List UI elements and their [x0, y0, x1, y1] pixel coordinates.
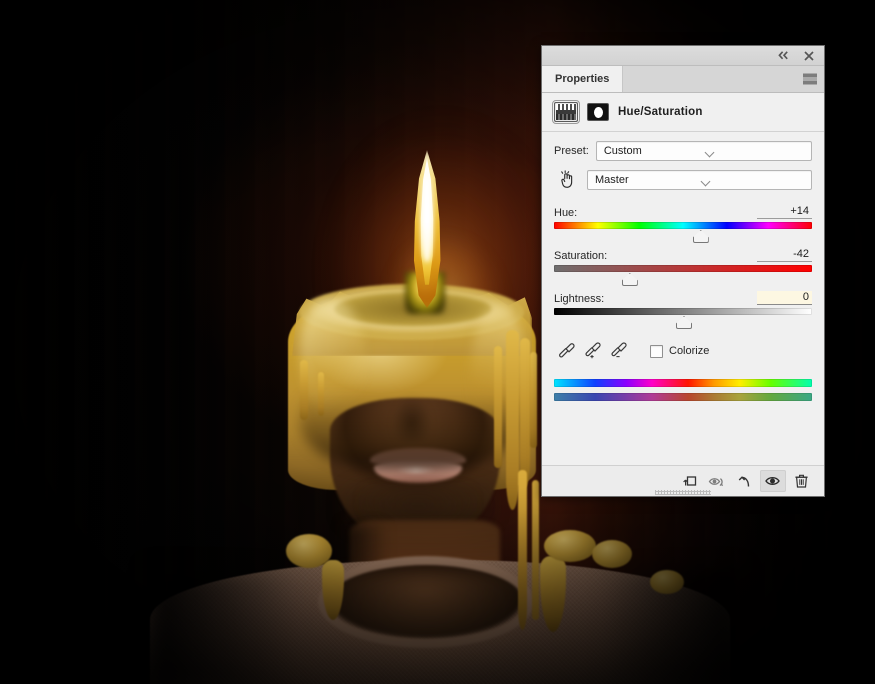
hue-gradient-bar: [554, 222, 812, 229]
screenshot-canvas: Properties Hue/Saturation Preset: Custom: [0, 0, 875, 684]
close-icon[interactable]: [802, 49, 815, 62]
preset-select[interactable]: Custom: [595, 141, 812, 161]
adjustment-header: Hue/Saturation: [542, 93, 824, 132]
view-previous-state-button[interactable]: [704, 470, 730, 492]
channel-select[interactable]: Master: [587, 170, 812, 190]
hue-slider-thumb[interactable]: [692, 230, 709, 243]
panel-body: Hue/Saturation Preset: Custom Master Hue…: [542, 93, 824, 465]
saturation-slider-thumb[interactable]: [621, 273, 638, 286]
lightness-slider-track[interactable]: [554, 308, 812, 329]
panel-menu-icon[interactable]: [803, 73, 817, 85]
hue-label: Hue:: [554, 207, 578, 219]
saturation-gradient-bar: [554, 265, 812, 272]
colorize-label: Colorize: [669, 345, 710, 357]
clip-to-layer-button[interactable]: [676, 470, 702, 492]
hue-saturation-adjustment-icon[interactable]: [552, 100, 580, 124]
saturation-value[interactable]: -42: [757, 248, 812, 262]
adjustment-title: Hue/Saturation: [618, 106, 703, 118]
hue-slider-track[interactable]: [554, 222, 812, 243]
eyedropper-row: Colorize: [542, 333, 824, 363]
preset-row: Preset: Custom: [542, 132, 824, 161]
eyedropper-icon[interactable]: [554, 339, 580, 363]
chevron-down-icon: [701, 175, 807, 186]
spectrum-bars: [542, 363, 824, 401]
preset-value: Custom: [603, 145, 642, 157]
chevron-down-icon: [705, 146, 807, 157]
channel-row: Master: [542, 161, 824, 192]
result-hue-spectrum[interactable]: [554, 393, 812, 401]
panel-footer: [542, 465, 824, 496]
colorize-checkbox-row[interactable]: Colorize: [650, 344, 710, 358]
lightness-gradient-bar: [554, 308, 812, 315]
lightness-label: Lightness:: [554, 293, 605, 305]
hue-value[interactable]: +14: [757, 205, 812, 219]
reset-button[interactable]: [732, 470, 758, 492]
eyedropper-subtract-icon[interactable]: [606, 339, 632, 363]
lightness-value[interactable]: 0: [757, 291, 812, 305]
saturation-slider-block: Saturation: -42: [554, 247, 812, 286]
on-image-adjustment-hand-icon[interactable]: [554, 168, 580, 192]
source-hue-spectrum[interactable]: [554, 379, 812, 387]
colorize-checkbox[interactable]: [650, 344, 663, 358]
channel-value: Master: [595, 174, 629, 186]
lightness-slider-thumb[interactable]: [676, 316, 692, 329]
panel-tabbar[interactable]: Properties: [542, 66, 824, 93]
tab-properties-label: Properties: [555, 73, 610, 85]
saturation-label: Saturation:: [554, 250, 608, 262]
lightness-slider-block: Lightness: 0: [554, 290, 812, 329]
panel-titlebar[interactable]: [542, 46, 824, 66]
hue-slider-block: Hue: +14: [554, 204, 812, 243]
sliders-group: Hue: +14 Saturation: -42 Lightness: 0: [542, 192, 824, 329]
tab-properties[interactable]: Properties: [542, 66, 624, 92]
eyedropper-add-icon[interactable]: [580, 339, 606, 363]
layer-mask-icon[interactable]: [587, 103, 609, 121]
resize-grip[interactable]: [655, 490, 711, 495]
properties-panel[interactable]: Properties Hue/Saturation Preset: Custom: [541, 45, 825, 497]
saturation-slider-track[interactable]: [554, 265, 812, 286]
preset-label: Preset:: [554, 145, 589, 157]
toggle-visibility-button[interactable]: [760, 470, 786, 492]
collapse-icon[interactable]: [777, 49, 790, 62]
delete-button[interactable]: [788, 470, 814, 492]
